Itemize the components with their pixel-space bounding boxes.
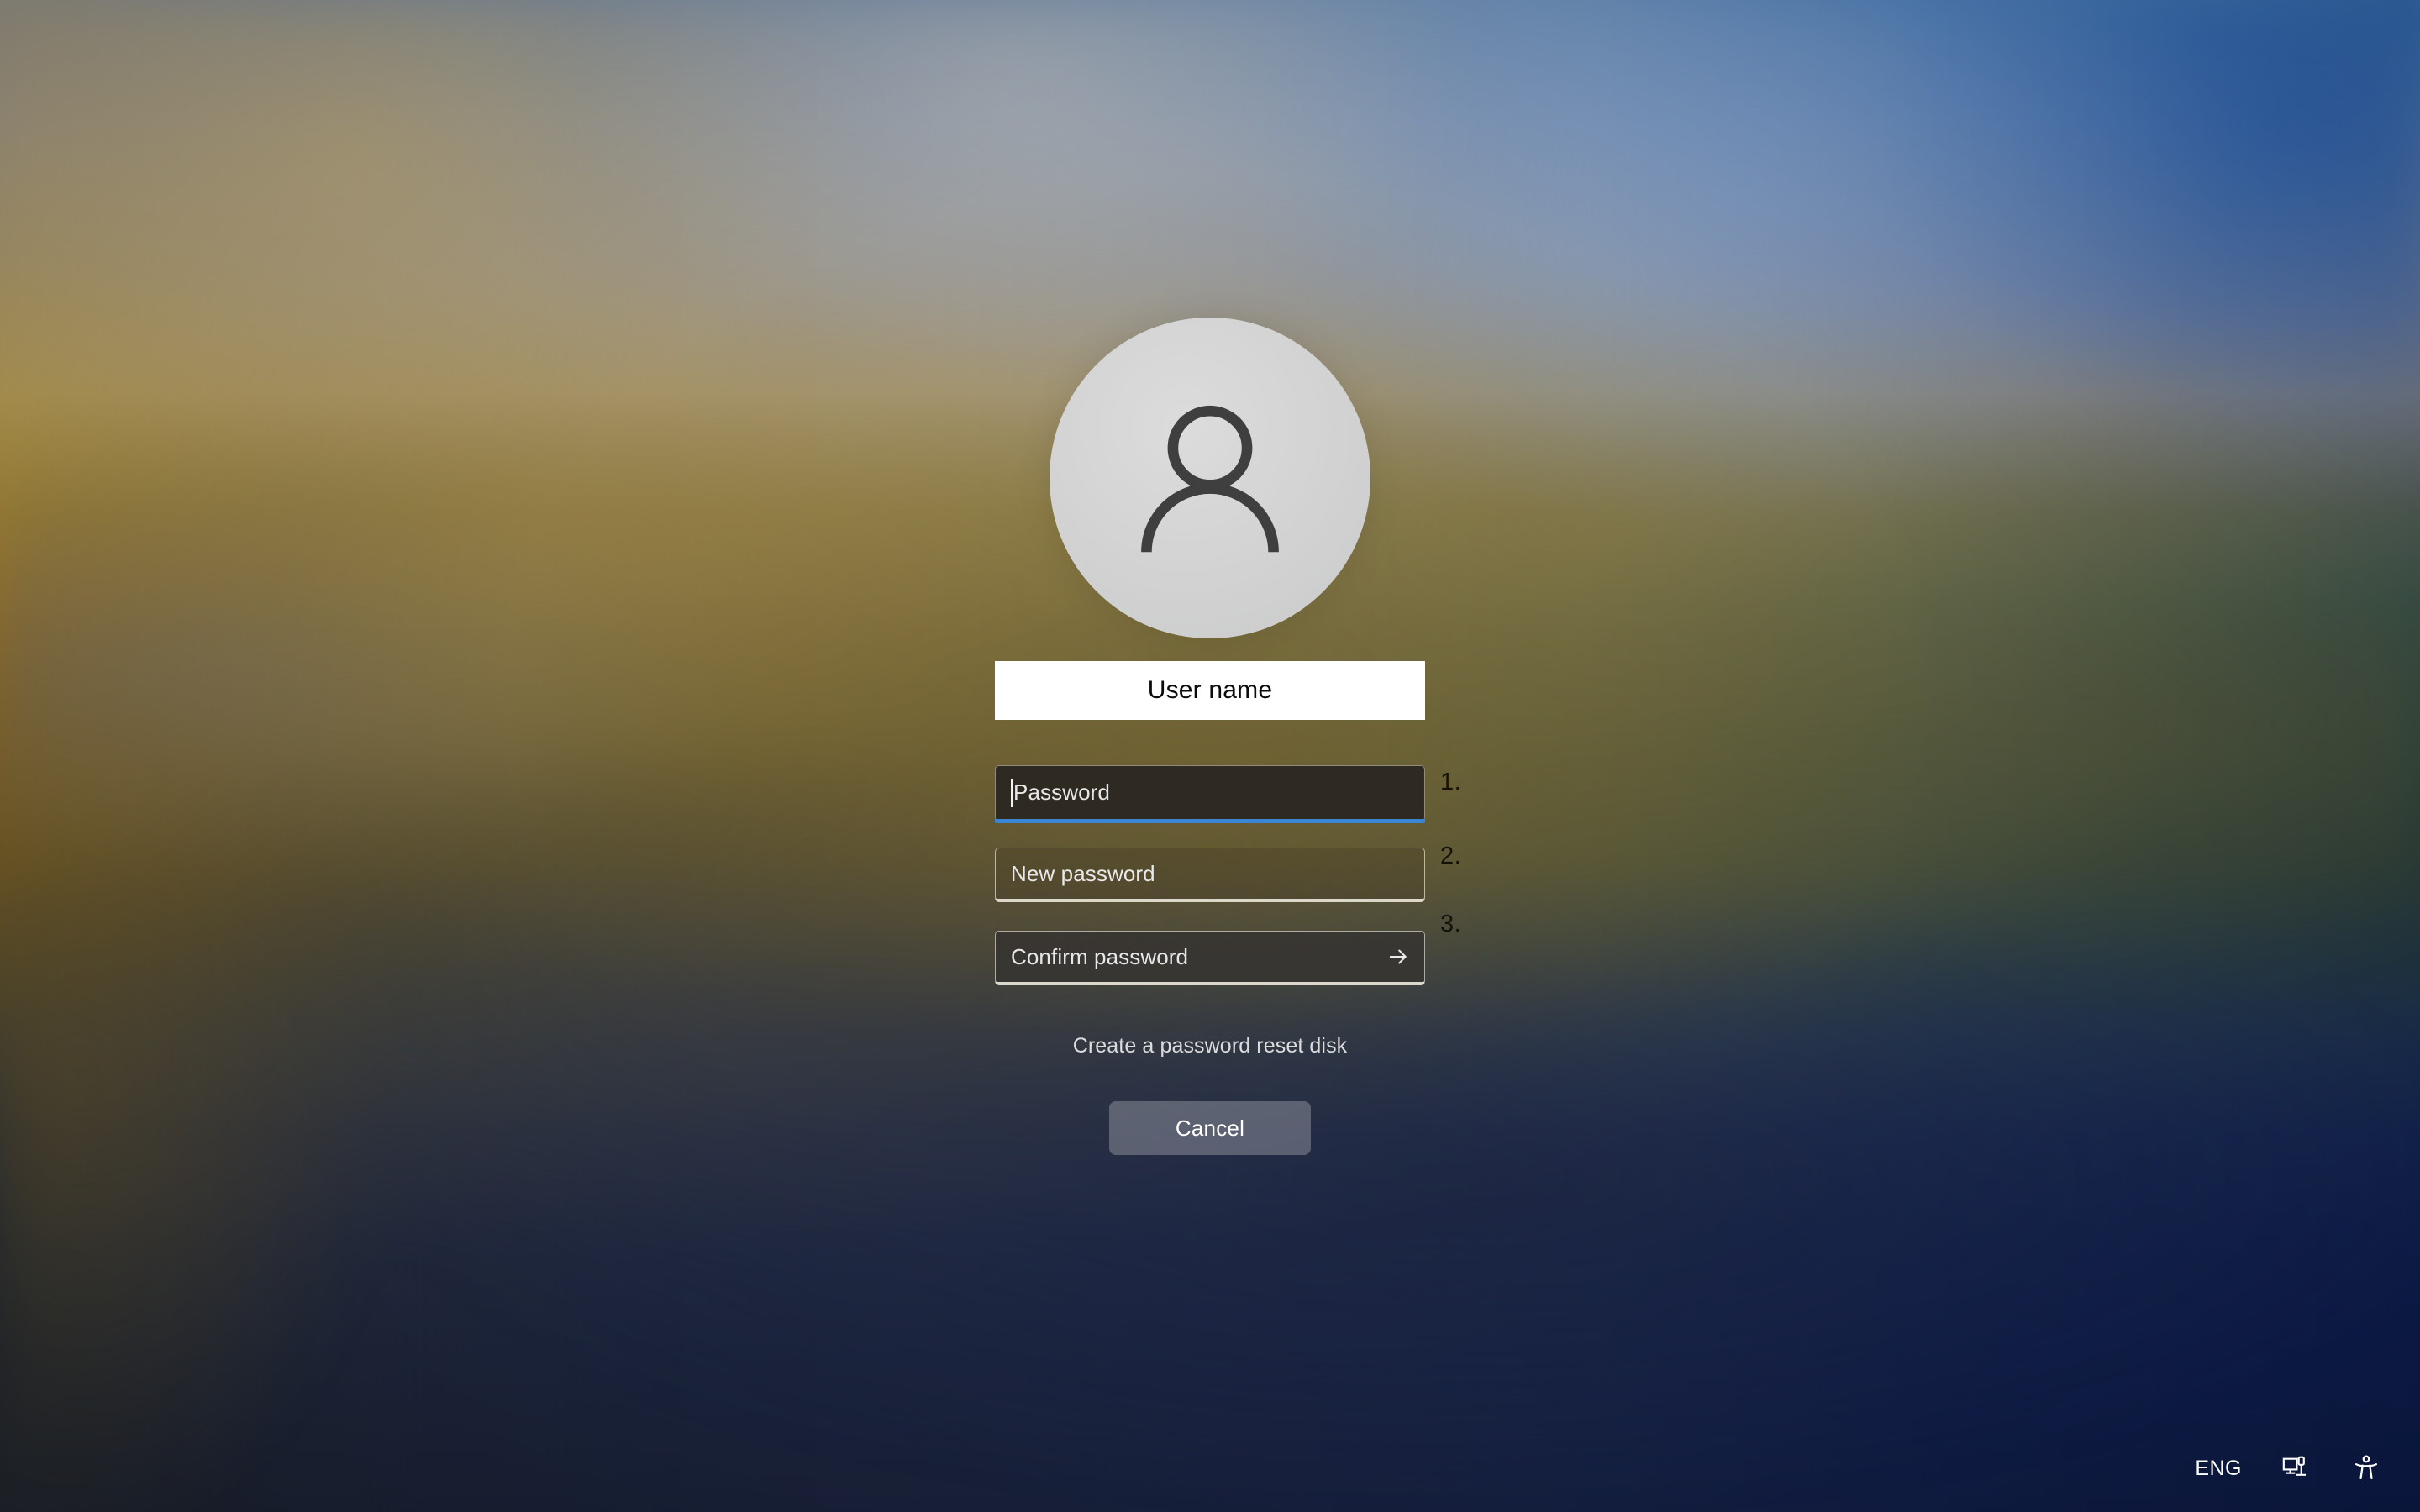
field-row-confirm-password: Confirm password 3. [995, 911, 1461, 985]
field-row-current-password: Password 1. [995, 765, 1461, 823]
lock-screen: User name Password 1. New password 2. Co… [0, 0, 2420, 1512]
network-icon[interactable] [2279, 1452, 2312, 1485]
avatar [1050, 318, 1370, 638]
confirm-password-input[interactable]: Confirm password [995, 931, 1425, 985]
new-password-input[interactable]: New password [995, 848, 1425, 902]
username-text: User name [1147, 676, 1273, 704]
user-person-icon [1122, 390, 1298, 566]
create-password-reset-disk-link[interactable]: Create a password reset disk [1073, 1034, 1348, 1058]
step-number-2: 2. [1440, 843, 1462, 869]
step-number-1: 1. [1440, 769, 1462, 795]
current-password-input[interactable]: Password [995, 765, 1425, 823]
login-panel: User name Password 1. New password 2. Co… [0, 0, 2420, 1155]
current-password-placeholder: Password [1013, 780, 1110, 805]
step-number-3: 3. [1440, 911, 1462, 937]
arrow-right-icon[interactable] [1386, 944, 1411, 969]
confirm-password-placeholder: Confirm password [1011, 943, 1189, 969]
username-display: User name [995, 661, 1425, 720]
field-row-new-password: New password 2. [995, 843, 1461, 902]
accessibility-icon[interactable] [2349, 1452, 2383, 1485]
language-indicator[interactable]: ENG [2195, 1457, 2242, 1481]
system-tray: ENG [2195, 1452, 2383, 1485]
text-caret [1011, 778, 1013, 807]
password-fields: Password 1. New password 2. Confirm pass… [995, 765, 1461, 985]
new-password-placeholder: New password [1011, 860, 1155, 886]
cancel-button[interactable]: Cancel [1109, 1101, 1311, 1155]
